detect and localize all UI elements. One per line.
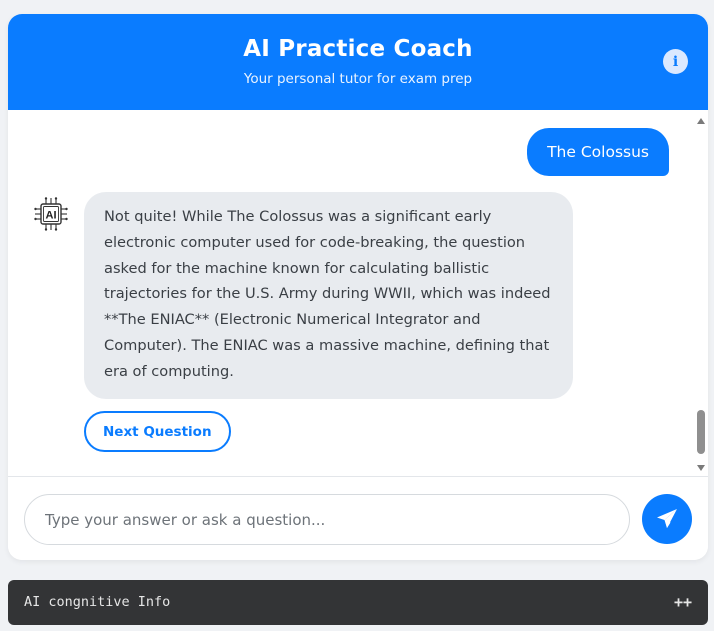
- chat-app: AI Practice Coach Your personal tutor fo…: [8, 14, 708, 560]
- user-message: The Colossus: [527, 128, 669, 176]
- scroll-up-icon[interactable]: [697, 118, 705, 124]
- answer-input[interactable]: [24, 494, 630, 545]
- chat-scrollbar[interactable]: [694, 110, 708, 476]
- ai-info-label: AI congnitive Info: [24, 594, 171, 610]
- next-question-label: Next Question: [103, 423, 212, 440]
- ai-avatar-label: AI: [46, 210, 57, 222]
- app-title: AI Practice Coach: [243, 36, 473, 62]
- ai-message-text: Not quite! While The Colossus was a sign…: [104, 208, 551, 380]
- app-subtitle: Your personal tutor for exam prep: [243, 71, 473, 87]
- send-button[interactable]: [642, 494, 692, 544]
- next-question-button[interactable]: Next Question: [84, 411, 231, 452]
- info-icon[interactable]: i: [663, 49, 688, 74]
- input-bar: [8, 476, 708, 560]
- chat-messages[interactable]: The Colossus AI Not quite! While The Col…: [8, 110, 708, 476]
- ai-message: Not quite! While The Colossus was a sign…: [84, 192, 573, 399]
- paper-plane-icon: [657, 509, 677, 528]
- expand-toggle[interactable]: ++: [674, 593, 692, 611]
- info-glyph: i: [672, 53, 679, 70]
- ai-chip-icon: AI: [34, 197, 68, 231]
- header: AI Practice Coach Your personal tutor fo…: [8, 14, 708, 110]
- scroll-down-icon[interactable]: [697, 465, 705, 471]
- user-message-text: The Colossus: [547, 143, 649, 161]
- ai-info-panel[interactable]: AI congnitive Info ++: [8, 580, 708, 625]
- scroll-thumb[interactable]: [697, 410, 705, 454]
